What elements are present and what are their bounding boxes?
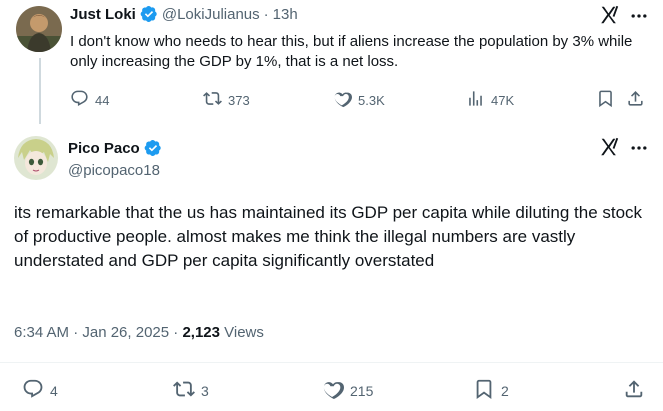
repost-count: 373 bbox=[228, 92, 250, 108]
views-count: 2,123 bbox=[182, 324, 220, 341]
more-icon[interactable] bbox=[628, 138, 650, 158]
grok-icon[interactable] bbox=[598, 4, 620, 26]
author-handle[interactable]: @LokiJulianus bbox=[162, 6, 260, 23]
post-time[interactable]: 13h bbox=[273, 6, 298, 23]
avatar-image bbox=[16, 6, 62, 52]
reply-icon bbox=[70, 89, 89, 111]
post-timestamp[interactable]: 6:34 AM · Jan 26, 2025 · bbox=[14, 324, 182, 341]
bookmark-button[interactable] bbox=[596, 89, 615, 111]
like-icon bbox=[322, 378, 344, 403]
avatar[interactable] bbox=[14, 136, 58, 180]
reply-count: 44 bbox=[95, 92, 110, 108]
bookmark-icon bbox=[473, 378, 495, 403]
post-meta: 6:34 AM · Jan 26, 2025 · 2,123 Views bbox=[14, 324, 264, 341]
author-handle[interactable]: @picopaco18 bbox=[68, 162, 160, 179]
like-button[interactable]: 215 bbox=[322, 378, 373, 403]
post-text: its remarkable that the us has maintaine… bbox=[14, 203, 643, 270]
divider bbox=[0, 362, 663, 363]
repost-icon bbox=[203, 89, 222, 111]
share-button[interactable] bbox=[623, 378, 645, 403]
dot-separator: · bbox=[263, 5, 269, 23]
repost-button[interactable]: 3 bbox=[173, 378, 209, 403]
verified-badge-icon bbox=[144, 139, 162, 157]
post-text: I don't know who needs to hear this, but… bbox=[70, 33, 633, 70]
reply-button[interactable]: 4 bbox=[22, 378, 58, 403]
views-label: Views bbox=[219, 324, 264, 341]
reply-icon bbox=[22, 378, 44, 403]
reply-button[interactable]: 44 bbox=[70, 89, 109, 111]
like-count: 5.3K bbox=[358, 92, 385, 108]
views-icon bbox=[466, 89, 485, 111]
views-count: 47K bbox=[491, 92, 515, 108]
more-icon[interactable] bbox=[628, 6, 650, 26]
like-button[interactable]: 5.3K bbox=[333, 89, 385, 111]
like-count: 215 bbox=[350, 382, 374, 399]
repost-icon bbox=[173, 378, 195, 403]
avatar[interactable] bbox=[16, 6, 62, 52]
views-button[interactable]: 47K bbox=[466, 89, 514, 111]
reply-count: 4 bbox=[50, 382, 58, 399]
repost-count: 3 bbox=[201, 382, 209, 399]
grok-icon[interactable] bbox=[598, 136, 620, 158]
like-icon bbox=[333, 89, 352, 111]
share-icon bbox=[626, 89, 645, 111]
repost-button[interactable]: 373 bbox=[203, 89, 250, 111]
bookmark-count: 2 bbox=[501, 382, 509, 399]
bookmark-button[interactable]: 2 bbox=[473, 378, 509, 403]
bookmark-icon bbox=[596, 89, 615, 111]
share-icon bbox=[623, 378, 645, 403]
author-name[interactable]: Pico Paco bbox=[68, 140, 140, 157]
avatar-image bbox=[14, 136, 58, 180]
share-button[interactable] bbox=[626, 89, 645, 111]
thread-line bbox=[39, 58, 41, 124]
author-name[interactable]: Just Loki bbox=[70, 6, 136, 23]
verified-badge-icon bbox=[140, 5, 158, 23]
